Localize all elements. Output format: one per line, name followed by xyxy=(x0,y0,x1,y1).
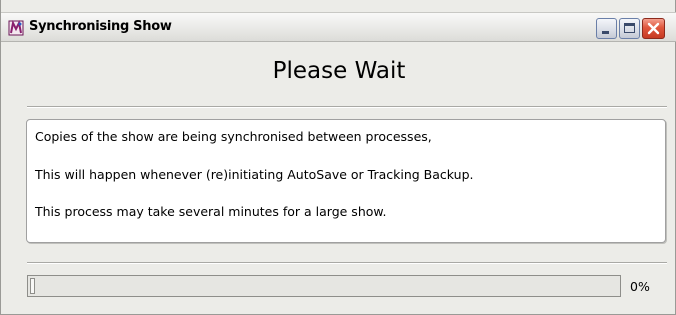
close-icon xyxy=(647,22,660,35)
message-line-1: Copies of the show are being synchronise… xyxy=(35,129,432,144)
close-button[interactable] xyxy=(642,18,665,39)
dialog-heading: Please Wait xyxy=(272,58,406,84)
window-title: Synchronising Show xyxy=(29,19,172,34)
dialog-window: Synchronising Show Please Wait Copies of… xyxy=(0,0,676,315)
message-panel: Copies of the show are being synchronise… xyxy=(26,119,666,243)
show-app-icon xyxy=(8,20,24,36)
minimize-icon xyxy=(602,31,609,34)
progress-bar-start-marker xyxy=(30,278,35,294)
progress-percent-label: 0% xyxy=(630,279,650,294)
heading-divider xyxy=(27,106,667,108)
maximize-button[interactable] xyxy=(619,18,640,39)
minimize-button[interactable] xyxy=(596,18,617,39)
maximize-icon xyxy=(624,23,635,33)
message-line-3: This process may take several minutes fo… xyxy=(35,204,387,219)
message-line-2: This will happen whenever (re)initiating… xyxy=(35,167,474,182)
title-bar[interactable]: Synchronising Show xyxy=(1,12,676,42)
progress-bar xyxy=(27,275,621,297)
progress-divider xyxy=(27,262,667,264)
